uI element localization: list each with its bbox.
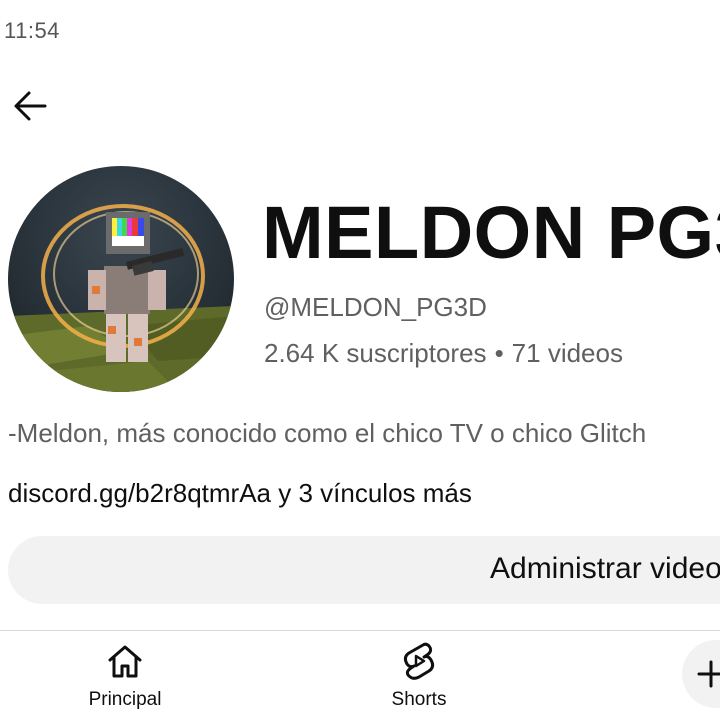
channel-page: 11:54 MELDON PG @MELDON_PG3D 2.64 K susc… [0, 0, 720, 720]
channel-name: MELDON PG3D [262, 191, 720, 274]
nav-item-home[interactable]: Principal [55, 639, 195, 715]
home-icon [108, 645, 142, 678]
back-button[interactable] [8, 84, 52, 128]
stats-separator: • [494, 338, 504, 368]
arrow-left-icon [14, 91, 47, 121]
video-count: 71 videos [511, 338, 623, 368]
more-links[interactable]: y 3 vínculos más [271, 478, 472, 508]
channel-description[interactable]: -Meldon, más conocido como el chico TV o… [8, 418, 646, 449]
shorts-icon [403, 642, 435, 680]
nav-item-shorts[interactable]: Shorts [349, 639, 489, 715]
channel-avatar[interactable] [8, 166, 234, 392]
bottom-nav: Principal Shorts [0, 630, 720, 720]
channel-stats: 2.64 K suscriptores • 71 videos [264, 338, 623, 369]
manage-videos-label: Administrar videos [490, 552, 720, 585]
channel-links[interactable]: discord.gg/b2r8qtmrAa y 3 vínculos más [8, 478, 472, 509]
manage-videos-button[interactable]: Administrar videos [8, 536, 720, 604]
discord-link[interactable]: discord.gg/b2r8qtmrAa [8, 478, 271, 508]
avatar-image [8, 166, 234, 392]
nav-label-home: Principal [88, 689, 162, 710]
subscriber-count: 2.64 K suscriptores [264, 338, 487, 368]
channel-handle: @MELDON_PG3D [264, 292, 487, 322]
status-time: 11:54 [4, 18, 60, 43]
plus-icon [697, 660, 720, 688]
nav-label-shorts: Shorts [391, 689, 447, 710]
